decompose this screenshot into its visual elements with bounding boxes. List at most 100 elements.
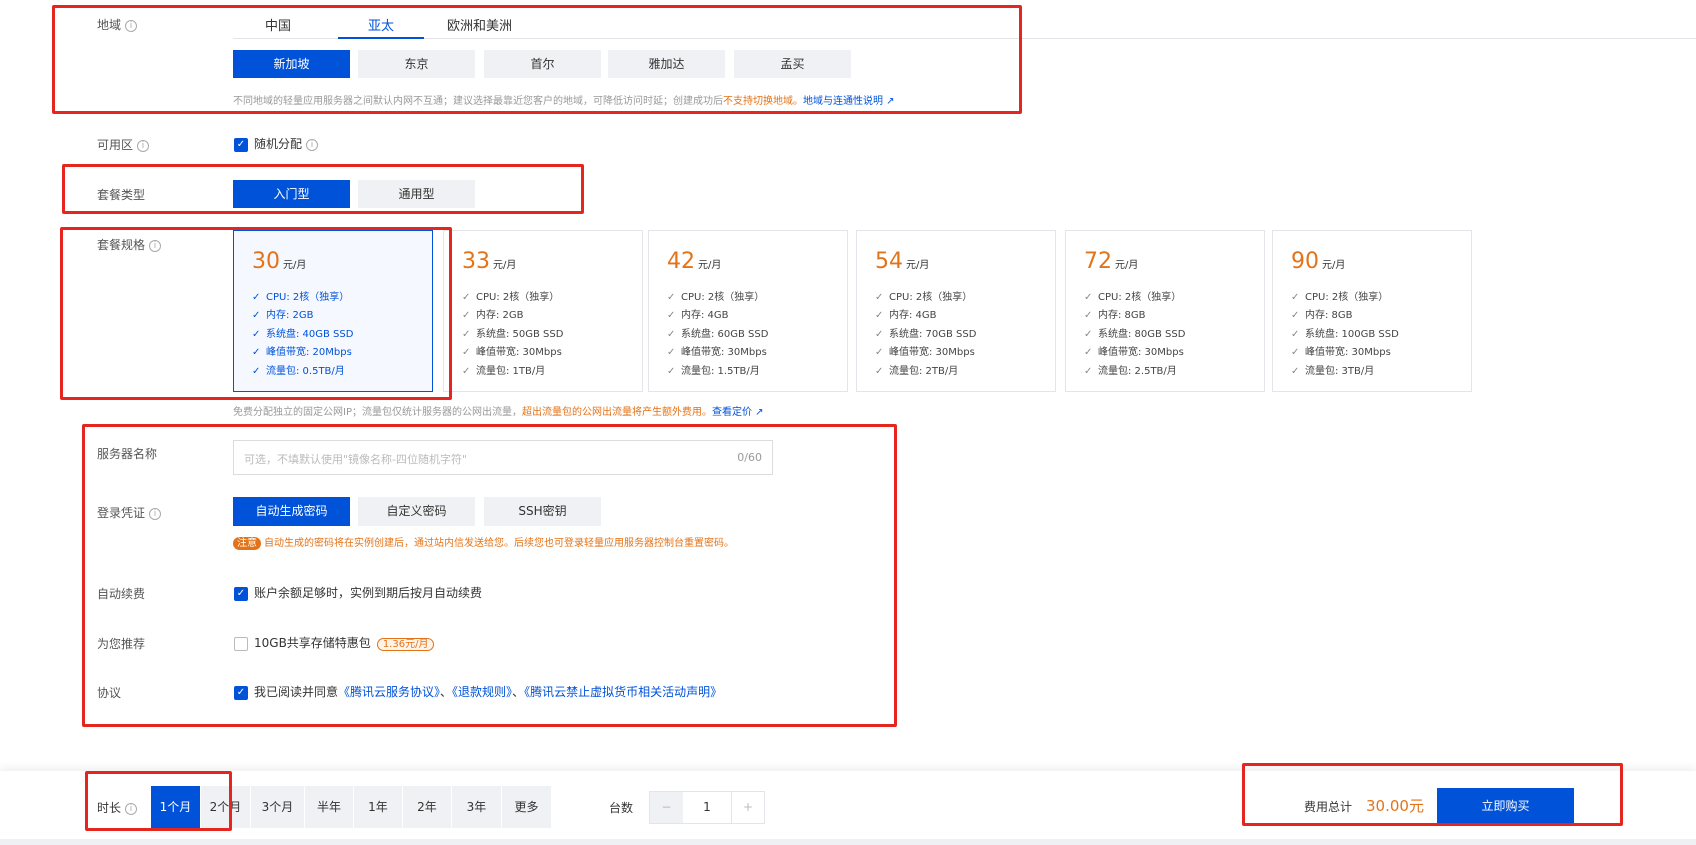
check-icon: ✓ — [875, 365, 884, 377]
plan-spec-item: ✓ 系统盘: 60GB SSD — [667, 328, 769, 340]
city-jakarta[interactable]: 雅加达 — [608, 50, 725, 78]
agreement-label: 协议 — [97, 686, 122, 700]
plan-card[interactable]: 42 元/月 ✓ CPU: 2核（独享） ✓ 内存: 4GB ✓ 系统盘: 60GB SSD ✓… — [648, 230, 848, 392]
login-auto-password[interactable]: 自动生成密码 — [233, 497, 350, 526]
auto-renew-checkbox[interactable]: ✓ 账户余额足够时，实例到期后按月自动续费 — [234, 584, 482, 601]
plan-spec-item: ✓ 系统盘: 40GB SSD — [252, 328, 354, 340]
plan-spec-item: ✓ 流量包: 0.5TB/月 — [252, 365, 345, 377]
duration-option[interactable]: 1年 — [354, 786, 403, 828]
pricing-link[interactable]: 查看定价 — [712, 407, 752, 418]
plan-card[interactable]: 54 元/月 ✓ CPU: 2核（独享） ✓ 内存: 4GB ✓ 系统盘: 70GB SSD ✓… — [856, 230, 1056, 392]
info-icon[interactable]: i — [149, 507, 162, 520]
tab-asia-pacific[interactable]: 亚太 — [338, 15, 425, 39]
login-notice: 注意 自动生成的密码将在实例创建后，通过站内信发送给您。后续您也可登录轻量应用服务… — [233, 534, 734, 550]
info-icon[interactable]: i — [306, 138, 319, 151]
check-icon: ✓ — [667, 310, 676, 322]
city-mumbai[interactable]: 孟买 — [734, 50, 851, 78]
plan-type-label: 套餐类型 — [97, 188, 146, 202]
city-singapore[interactable]: 新加坡 — [233, 50, 350, 78]
plan-card[interactable]: 33 元/月 ✓ CPU: 2核（独享） ✓ 内存: 2GB ✓ 系统盘: 50GB SSD ✓… — [443, 230, 643, 392]
plan-spec-item: ✓ 峰值带宽: 30Mbps — [667, 347, 767, 359]
plan-spec-item: ✓ CPU: 2核（独享） — [667, 292, 765, 303]
external-link-icon: ↗ — [751, 407, 764, 418]
info-icon[interactable]: i — [125, 19, 138, 32]
plan-spec-item: ✓ 内存: 4GB — [875, 310, 937, 322]
info-icon[interactable]: i — [137, 139, 150, 152]
check-icon: ✓ — [1291, 292, 1300, 303]
page-bottom — [0, 839, 1696, 845]
plan-type-general[interactable]: 通用型 — [358, 180, 475, 208]
duration-label: 时长 i — [97, 799, 138, 816]
duration-option[interactable]: 2年 — [403, 786, 452, 828]
check-icon: ✓ — [1084, 310, 1093, 322]
buy-now-button[interactable]: 立即购买 — [1437, 788, 1574, 824]
plan-spec-item: ✓ 流量包: 3TB/月 — [1291, 365, 1375, 377]
plan-card[interactable]: 90 元/月 ✓ CPU: 2核（独享） ✓ 内存: 8GB ✓ 系统盘: 100GB SSD… — [1272, 230, 1472, 392]
info-icon[interactable]: i — [125, 802, 138, 815]
duration-option[interactable]: 1个月 — [151, 786, 201, 828]
plan-spec-item: ✓ CPU: 2核（独享） — [1084, 292, 1182, 303]
refund-rules-link[interactable]: 《退款规则》 — [452, 685, 512, 699]
plan-type-entry[interactable]: 入门型 — [233, 180, 350, 208]
plan-spec-item: ✓ 流量包: 1TB/月 — [462, 365, 546, 377]
check-icon: ✓ — [1291, 365, 1300, 377]
total-label: 费用总计 — [1304, 800, 1353, 814]
recommend-checkbox[interactable]: 10GB共享存储特惠包 1.36元/月 — [234, 634, 435, 651]
zone-random-checkbox[interactable]: ✓ 随机分配 i — [234, 135, 319, 152]
check-icon: ✓ — [1084, 328, 1093, 340]
plan-spec-item: ✓ 峰值带宽: 30Mbps — [1084, 347, 1184, 359]
recommend-label: 为您推荐 — [97, 637, 146, 651]
plan-spec-item: ✓ 内存: 4GB — [667, 310, 729, 322]
plan-spec-item: ✓ 峰值带宽: 30Mbps — [1291, 347, 1391, 359]
plan-spec-item: ✓ CPU: 2核（独享） — [875, 292, 973, 303]
server-name-input[interactable]: 可选，不填默认使用"镜像名称-四位随机字符" 0/60 — [233, 440, 773, 475]
check-icon: ✓ — [462, 328, 471, 340]
check-icon: ✓ — [1084, 292, 1093, 303]
duration-option[interactable]: 3年 — [452, 786, 502, 828]
check-icon: ✓ — [1084, 347, 1093, 359]
plan-spec-item: ✓ 内存: 2GB — [462, 310, 524, 322]
zone-label: 可用区 i — [97, 136, 150, 153]
login-custom-password[interactable]: 自定义密码 — [358, 497, 475, 526]
service-agreement-link[interactable]: 《腾讯云服务协议》 — [338, 685, 440, 699]
minus-button[interactable]: − — [650, 792, 683, 823]
quantity-value[interactable]: 1 — [683, 792, 731, 823]
checkbox-unchecked-icon[interactable] — [234, 636, 248, 651]
plan-price: 30 元/月 — [252, 249, 307, 274]
quantity-label: 台数 — [609, 801, 634, 815]
plan-price: 90 元/月 — [1291, 249, 1346, 274]
plan-spec-item: ✓ 内存: 8GB — [1084, 310, 1146, 322]
plan-spec-item: ✓ CPU: 2核（独享） — [462, 292, 560, 303]
tab-europe-america[interactable]: 欧洲和美洲 — [447, 15, 512, 39]
plan-price: 42 元/月 — [667, 249, 722, 274]
plan-spec-label: 套餐规格 i — [97, 236, 162, 253]
quantity-stepper[interactable]: − 1 + — [649, 791, 765, 824]
duration-option[interactable]: 3个月 — [251, 786, 305, 828]
checkbox-checked-icon[interactable]: ✓ — [234, 685, 248, 700]
plan-card[interactable]: 30 元/月 ✓ CPU: 2核（独享） ✓ 内存: 2GB ✓ 系统盘: 40GB SSD ✓… — [233, 230, 433, 392]
checkbox-checked-icon[interactable]: ✓ — [234, 137, 248, 152]
plus-button[interactable]: + — [731, 792, 764, 823]
duration-option[interactable]: 2个月 — [201, 786, 251, 828]
plan-spec-item: ✓ 内存: 8GB — [1291, 310, 1353, 322]
tab-china[interactable]: 中国 — [265, 15, 291, 39]
duration-option[interactable]: 半年 — [305, 786, 354, 828]
plan-price: 72 元/月 — [1084, 249, 1139, 274]
checkbox-checked-icon[interactable]: ✓ — [234, 586, 248, 601]
region-help-link[interactable]: 地域与连通性说明 — [803, 96, 883, 107]
city-seoul[interactable]: 首尔 — [484, 50, 601, 78]
info-icon[interactable]: i — [149, 239, 162, 252]
plan-card[interactable]: 72 元/月 ✓ CPU: 2核（独享） ✓ 内存: 8GB ✓ 系统盘: 80GB SSD ✓… — [1065, 230, 1265, 392]
crypto-statement-link[interactable]: 《腾讯云禁止虚拟货币相关活动声明》 — [524, 685, 722, 699]
price-badge: 1.36元/月 — [376, 638, 435, 651]
city-tokyo[interactable]: 东京 — [358, 50, 475, 78]
check-icon: ✓ — [462, 292, 471, 303]
server-name-placeholder: 可选，不填默认使用"镜像名称-四位随机字符" — [244, 453, 468, 466]
external-link-icon: ↗ — [883, 96, 895, 107]
check-icon: ✓ — [875, 347, 884, 359]
login-ssh-key[interactable]: SSH密钥 — [484, 497, 601, 526]
agreement-checkbox[interactable]: ✓ 我已阅读并同意《腾讯云服务协议》、《退款规则》、《腾讯云禁止虚拟货币相关活动声… — [234, 683, 722, 700]
plan-spec-item: ✓ 系统盘: 50GB SSD — [462, 328, 564, 340]
check-icon: ✓ — [252, 310, 261, 322]
duration-option[interactable]: 更多 — [502, 786, 552, 828]
